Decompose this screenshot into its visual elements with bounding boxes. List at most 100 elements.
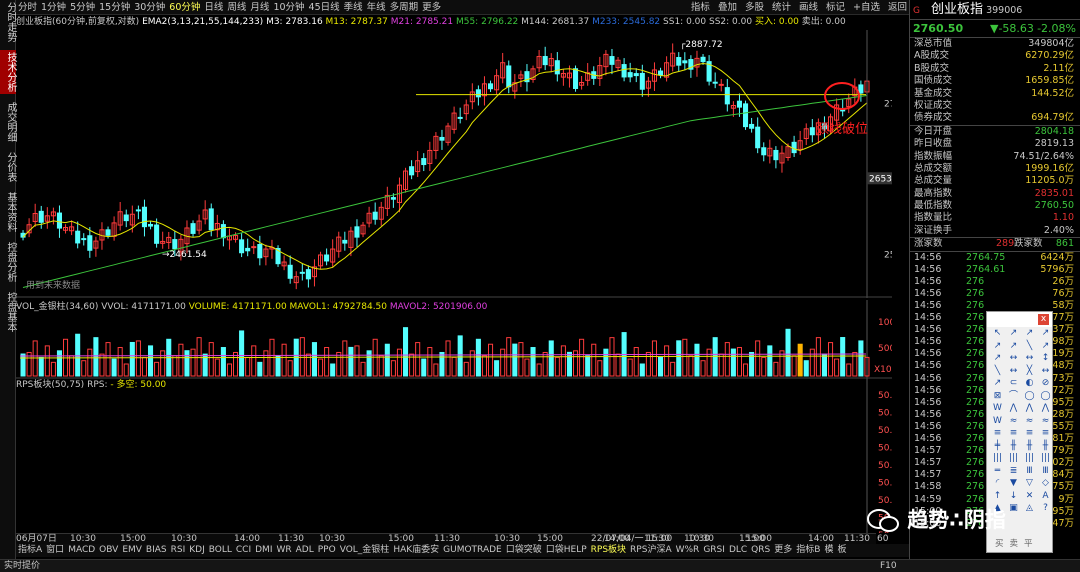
drawing-tool-icon[interactable]: ✕ bbox=[1022, 490, 1037, 503]
indicator-tab[interactable]: RSI bbox=[171, 545, 186, 555]
drawing-tool-icon[interactable]: ◯ bbox=[1038, 390, 1053, 403]
indicator-tab[interactable]: 窗口 bbox=[46, 545, 64, 555]
tool-button[interactable]: 返回 bbox=[888, 2, 907, 13]
tool-button[interactable]: 标记 bbox=[826, 2, 845, 13]
drawing-tool-icon[interactable]: ▣ bbox=[1006, 502, 1021, 515]
indicator-tab[interactable]: ADL bbox=[296, 545, 314, 555]
period-tab[interactable]: 多周期 bbox=[390, 0, 419, 15]
drawing-tool-icon[interactable]: ↕ bbox=[1038, 352, 1053, 365]
indicator-tab[interactable]: OBV bbox=[99, 545, 118, 555]
drawing-tool-icon[interactable]: Ⅲ bbox=[1022, 465, 1037, 478]
period-tab[interactable]: 10分钟 bbox=[273, 0, 304, 15]
drawing-tool-icon[interactable]: ╲ bbox=[990, 365, 1005, 378]
tool-button[interactable]: +自选 bbox=[853, 2, 880, 13]
drawing-tool-icon[interactable]: ↔ bbox=[1022, 352, 1037, 365]
drawing-tool-icon[interactable]: A bbox=[1038, 490, 1053, 503]
drawing-tool-icon[interactable]: ▽ bbox=[1022, 477, 1037, 490]
indicator-tab[interactable]: HAK庙委安 bbox=[393, 545, 439, 555]
indicator-tab[interactable]: 板 bbox=[837, 545, 846, 555]
drawing-tool-icon[interactable]: ||| bbox=[1006, 452, 1021, 465]
indicator-tab[interactable]: BOLL bbox=[209, 545, 232, 555]
tool-button[interactable]: 指标 bbox=[691, 2, 710, 13]
left-tab[interactable]: 分时走势 bbox=[0, 0, 16, 44]
period-tab[interactable]: 60分钟 bbox=[169, 0, 200, 15]
drawing-tool-icon[interactable]: ↗ bbox=[1038, 340, 1053, 353]
period-tab[interactable]: 日线 bbox=[204, 0, 223, 15]
indicator-tab[interactable]: DMI bbox=[255, 545, 272, 555]
period-tab[interactable]: 45日线 bbox=[309, 0, 340, 15]
drawing-tool-icon[interactable]: ⊂ bbox=[1006, 377, 1021, 390]
drawing-tool-icon[interactable]: ═ bbox=[990, 465, 1005, 478]
drawing-tool-icon[interactable]: ≈ bbox=[1038, 415, 1053, 428]
indicator-tab[interactable]: WR bbox=[276, 545, 291, 555]
indicator-tab[interactable]: VOL_金银柱 bbox=[340, 545, 390, 555]
drawing-tool-icon[interactable]: ◐ bbox=[1022, 377, 1037, 390]
left-tab[interactable]: 成交明细 bbox=[0, 100, 16, 144]
drawing-tool-icon[interactable]: ╳ bbox=[1022, 365, 1037, 378]
drawing-tool-icon[interactable]: ≈ bbox=[1006, 415, 1021, 428]
drawing-tool-icon[interactable]: ◬ bbox=[1022, 502, 1037, 515]
indicator-tab[interactable]: 模 bbox=[824, 545, 833, 555]
period-tab[interactable]: 年线 bbox=[367, 0, 386, 15]
indicator-tab[interactable]: QRS bbox=[751, 545, 770, 555]
drawing-tool-icon[interactable]: ╫ bbox=[1022, 440, 1037, 453]
indicator-tab[interactable]: 指标A bbox=[18, 545, 42, 555]
left-tab[interactable]: 分价表 bbox=[0, 150, 16, 184]
drawing-tool-icon[interactable]: ↗ bbox=[1022, 327, 1037, 340]
tool-button[interactable]: 多股 bbox=[745, 2, 764, 13]
drawing-tool-icon[interactable]: ⌒ bbox=[1006, 390, 1021, 403]
period-tab[interactable]: 更多 bbox=[422, 0, 441, 15]
drawing-tool-icon[interactable]: W bbox=[990, 402, 1005, 415]
toolbox-header[interactable]: x bbox=[987, 312, 1052, 327]
drawing-tool-icon[interactable]: ⋀ bbox=[1006, 402, 1021, 415]
left-tab[interactable]: 控盘基本 bbox=[0, 290, 16, 334]
indicator-tab[interactable]: PPO bbox=[318, 545, 336, 555]
indicator-tab[interactable]: W%R bbox=[676, 545, 700, 555]
lower-indicator-panels[interactable]: 10000 5000 X1000 50.00 50.00 50.00 50.00 50.00 5… bbox=[16, 300, 892, 533]
period-tab[interactable]: 15分钟 bbox=[99, 0, 130, 15]
drawing-tool-icon[interactable]: ↗ bbox=[1006, 327, 1021, 340]
indicator-tab[interactable]: CCI bbox=[236, 545, 251, 555]
drawing-tool-icon[interactable]: ≡ bbox=[990, 427, 1005, 440]
indicator-tab[interactable]: 口袋HELP bbox=[546, 545, 587, 555]
period-tab[interactable]: 分时 bbox=[18, 0, 37, 15]
drawing-tool-icon[interactable]: ◜ bbox=[990, 477, 1005, 490]
close-icon[interactable]: x bbox=[1038, 314, 1049, 325]
indicator-tab[interactable]: KDJ bbox=[189, 545, 205, 555]
drawing-tool-icon[interactable]: ↗ bbox=[1038, 327, 1053, 340]
drawing-tool-icon[interactable]: ↔ bbox=[1038, 365, 1053, 378]
drawing-tool-icon[interactable]: ◇ bbox=[1038, 477, 1053, 490]
drawing-tool-icon[interactable]: ↓ bbox=[1006, 490, 1021, 503]
drawing-tool-icon[interactable]: ╪ bbox=[990, 440, 1005, 453]
drawing-tool-icon[interactable]: ≣ bbox=[1006, 465, 1021, 478]
indicator-tab[interactable]: GRSI bbox=[703, 545, 725, 555]
drawing-tool-icon[interactable]: ↗ bbox=[990, 340, 1005, 353]
candlestick-chart[interactable]: 2792 2653.6 2513 ┌2887.72 →2461.54 颈线破位用到未来数据 bbox=[16, 30, 892, 298]
period-tab[interactable]: 月线 bbox=[250, 0, 269, 15]
period-tab[interactable]: 季线 bbox=[344, 0, 363, 15]
drawing-tool-icon[interactable]: ≡ bbox=[1022, 427, 1037, 440]
drawing-tool-icon[interactable]: ≡ bbox=[1038, 427, 1053, 440]
period-tab[interactable]: 5分钟 bbox=[70, 0, 95, 15]
status-f10[interactable]: F10 bbox=[880, 560, 897, 572]
drawing-tool-icon[interactable]: ╫ bbox=[1006, 440, 1021, 453]
drawing-tool-icon[interactable]: ↗ bbox=[990, 352, 1005, 365]
drawing-tool-icon[interactable]: ◯ bbox=[1022, 390, 1037, 403]
period-tab[interactable]: 30分钟 bbox=[134, 0, 165, 15]
indicator-tab[interactable]: EMV bbox=[122, 545, 142, 555]
indicator-tab[interactable]: 口袋突破 bbox=[506, 545, 542, 555]
drawing-tool-icon[interactable]: ||| bbox=[990, 452, 1005, 465]
drawing-tool-icon[interactable]: ╲ bbox=[1022, 340, 1037, 353]
toolbox-footer-button[interactable]: 平 bbox=[1024, 539, 1033, 549]
indicator-tab[interactable]: BIAS bbox=[146, 545, 167, 555]
indicator-tab[interactable]: 更多 bbox=[774, 545, 792, 555]
drawing-tool-icon[interactable]: Ⅲ bbox=[1038, 465, 1053, 478]
tool-button[interactable]: 画线 bbox=[799, 2, 818, 13]
indicator-tab[interactable]: RPS板块 bbox=[591, 545, 626, 555]
drawing-tool-icon[interactable]: ↗ bbox=[1006, 340, 1021, 353]
drawing-tool-icon[interactable]: ⋀ bbox=[1038, 402, 1053, 415]
drawing-tool-icon[interactable]: ↔ bbox=[1006, 352, 1021, 365]
drawing-tool-icon[interactable]: ≡ bbox=[1006, 427, 1021, 440]
left-tab[interactable]: 基本资料 bbox=[0, 190, 16, 234]
indicator-tab[interactable]: RPS沪深A bbox=[630, 545, 672, 555]
